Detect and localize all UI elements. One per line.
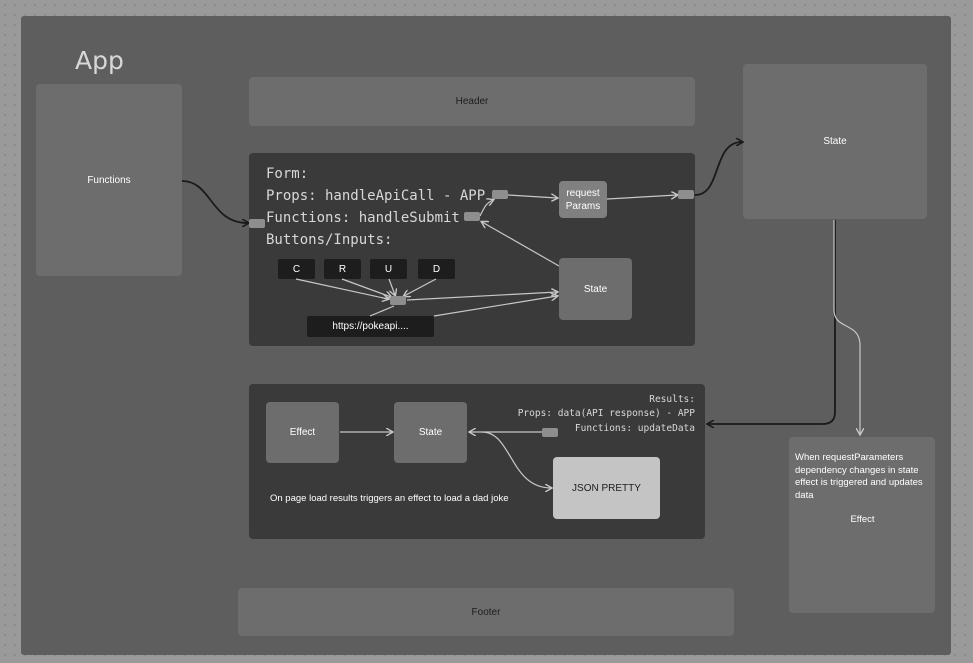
wire-state-to-results [708, 220, 836, 424]
results-connector [542, 428, 558, 437]
wire-connector-to-state [694, 142, 742, 196]
crud-connector [390, 296, 406, 305]
wire-submit-to-props [479, 200, 493, 217]
wire-props-to-params [507, 195, 557, 198]
submit-connector [464, 212, 480, 221]
props-connector [492, 190, 508, 199]
wire-params-to-connector [606, 195, 677, 200]
wire-c [295, 278, 388, 299]
wire-d [404, 278, 437, 296]
wire-state-to-submit [482, 222, 560, 267]
form-left-connector [249, 219, 265, 228]
connector-wires [181, 0, 973, 663]
wire-state-to-effect [833, 220, 860, 434]
wire-functions-to-form [181, 180, 248, 223]
wire-state-to-json [481, 431, 551, 488]
wire-u [388, 278, 395, 295]
wire-url [369, 305, 395, 317]
wire-connector-to-form-state [406, 292, 557, 301]
wire-url-to-form-state [433, 296, 557, 317]
params-out-connector [678, 190, 694, 199]
